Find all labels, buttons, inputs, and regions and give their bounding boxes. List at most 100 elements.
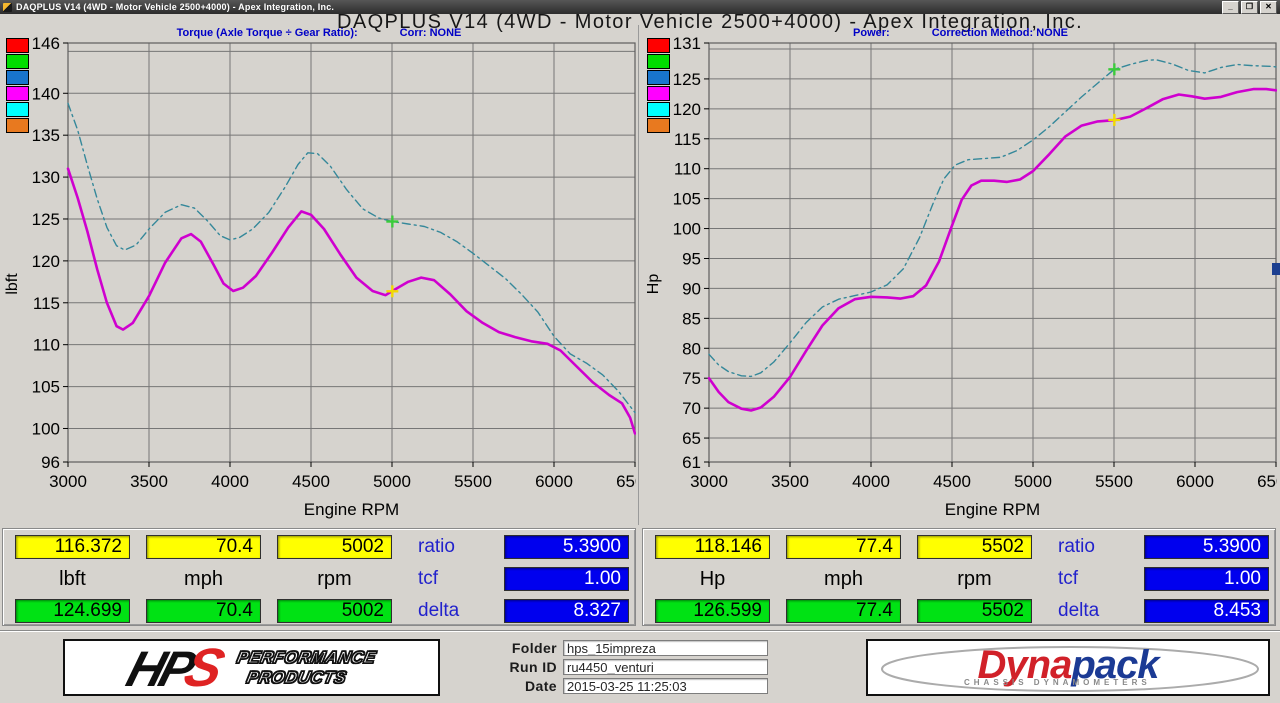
close-button[interactable]: ✕ — [1260, 1, 1277, 14]
rpm-unit-label: rpm — [917, 568, 1032, 591]
svg-text:5000: 5000 — [1014, 472, 1052, 491]
power-cursor2-value: 126.599 — [655, 599, 770, 623]
window-title: DAQPLUS V14 (4WD - Motor Vehicle 2500+40… — [16, 2, 334, 12]
svg-text:75: 75 — [682, 369, 701, 388]
power-readout-panel: 118.146 77.4 5502 ratio 5.3900 Hp mph rp… — [642, 528, 1276, 626]
torque-cursor2-value: 124.699 — [15, 599, 130, 623]
svg-text:110: 110 — [33, 336, 60, 355]
power-delta-label: delta — [1048, 600, 1128, 622]
torque-tcf-label: tcf — [408, 568, 488, 590]
svg-text:100: 100 — [673, 220, 701, 239]
svg-text:4000: 4000 — [211, 472, 249, 491]
svg-text:4500: 4500 — [933, 472, 971, 491]
svg-text:105: 105 — [673, 190, 701, 209]
rpm-unit-label: rpm — [277, 568, 392, 591]
power-ratio-value: 5.3900 — [1144, 535, 1269, 559]
svg-text:6000: 6000 — [535, 472, 573, 491]
torque-chart-plot[interactable]: 9610010511011512012513013514014630003500… — [24, 35, 636, 523]
power-cursor2-rpm: 5502 — [917, 599, 1032, 623]
torque-cursor2-rpm: 5002 — [277, 599, 392, 623]
power-chart-panel: Power:Correction Method: NONE Hp 6165707… — [641, 25, 1280, 525]
svg-text:61: 61 — [682, 453, 701, 472]
window-controls: _ ❐ ✕ — [1222, 1, 1280, 14]
power-cursor1-value: 118.146 — [655, 535, 770, 559]
svg-text:6500: 6500 — [1257, 472, 1277, 491]
hps-wordmark: HPS — [122, 641, 231, 695]
svg-text:6500: 6500 — [616, 472, 636, 491]
svg-text:65: 65 — [682, 429, 701, 448]
footer: HPS PERFORMANCE PRODUCTS Folder Run ID D… — [0, 630, 1280, 703]
torque-cursor2-mph: 70.4 — [146, 599, 261, 623]
hps-tagline-line2: PRODUCTS — [245, 668, 374, 688]
svg-text:105: 105 — [32, 378, 60, 397]
app-icon — [3, 3, 12, 12]
svg-text:100: 100 — [32, 419, 60, 438]
dynapack-subtitle: CHASSIS DYNAMOMETERS — [964, 678, 1151, 687]
torque-delta-value: 8.327 — [504, 599, 629, 623]
torque-unit-label: lbft — [15, 568, 130, 591]
svg-text:125: 125 — [32, 210, 60, 229]
svg-text:115: 115 — [33, 294, 60, 313]
folder-label: Folder — [495, 640, 557, 656]
svg-text:5500: 5500 — [1095, 472, 1133, 491]
power-delta-value: 8.453 — [1144, 599, 1269, 623]
svg-text:135: 135 — [32, 126, 60, 145]
power-y-axis-title: Hp — [645, 262, 663, 306]
torque-delta-label: delta — [408, 600, 488, 622]
torque-ratio-value: 5.3900 — [504, 535, 629, 559]
power-unit-label: Hp — [655, 568, 770, 591]
hps-tagline-line1: PERFORMANCE — [235, 648, 378, 668]
power-cursor1-mph: 77.4 — [786, 535, 901, 559]
svg-text:3000: 3000 — [49, 472, 87, 491]
svg-text:115: 115 — [674, 130, 701, 149]
svg-text:96: 96 — [41, 453, 60, 472]
svg-text:90: 90 — [682, 279, 701, 298]
torque-ratio-label: ratio — [408, 536, 488, 558]
svg-text:85: 85 — [682, 309, 701, 328]
folder-input[interactable] — [563, 640, 768, 656]
speed-unit-label: mph — [146, 568, 261, 591]
power-tcf-label: tcf — [1048, 568, 1128, 590]
power-ratio-label: ratio — [1048, 536, 1128, 558]
power-cursor2-mph: 77.4 — [786, 599, 901, 623]
torque-cursor1-value: 116.372 — [15, 535, 130, 559]
svg-text:131: 131 — [673, 35, 701, 53]
svg-text:130: 130 — [32, 168, 60, 187]
svg-text:3000: 3000 — [690, 472, 728, 491]
torque-cursor1-mph: 70.4 — [146, 535, 261, 559]
svg-text:5000: 5000 — [373, 472, 411, 491]
window-edge-artifact — [1272, 263, 1280, 275]
speed-unit-label: mph — [786, 568, 901, 591]
torque-y-axis-title: lbft — [4, 262, 22, 306]
dynapack-logo: Dynapack CHASSIS DYNAMOMETERS — [866, 639, 1270, 696]
svg-text:110: 110 — [674, 160, 701, 179]
date-label: Date — [495, 678, 557, 694]
svg-text:3500: 3500 — [771, 472, 809, 491]
date-input[interactable] — [563, 678, 768, 694]
hps-tagline: PERFORMANCE PRODUCTS — [231, 648, 378, 687]
app-window: { "window": { "title": "DAQPLUS V14 (4WD… — [0, 0, 1280, 702]
svg-text:125: 125 — [673, 70, 701, 89]
svg-text:120: 120 — [673, 100, 701, 119]
svg-text:Engine RPM: Engine RPM — [945, 500, 1040, 519]
svg-text:80: 80 — [682, 339, 701, 358]
torque-chart-panel: Torque (Axle Torque ÷ Gear Ratio):Corr: … — [0, 25, 639, 525]
svg-text:146: 146 — [32, 35, 60, 53]
torque-readout-panel: 116.372 70.4 5002 ratio 5.3900 lbft mph … — [2, 528, 636, 626]
svg-text:4000: 4000 — [852, 472, 890, 491]
torque-cursor1-rpm: 5002 — [277, 535, 392, 559]
hps-logo: HPS PERFORMANCE PRODUCTS — [63, 639, 440, 696]
svg-text:6000: 6000 — [1176, 472, 1214, 491]
svg-text:140: 140 — [32, 84, 60, 103]
minimize-button[interactable]: _ — [1222, 1, 1239, 14]
restore-button[interactable]: ❐ — [1241, 1, 1258, 14]
power-cursor1-rpm: 5502 — [917, 535, 1032, 559]
run-id-input[interactable] — [563, 659, 768, 675]
power-tcf-value: 1.00 — [1144, 567, 1269, 591]
torque-tcf-value: 1.00 — [504, 567, 629, 591]
svg-text:5500: 5500 — [454, 472, 492, 491]
run-info-fields: Folder Run ID Date — [495, 640, 768, 694]
power-chart-plot[interactable]: 61 65 70 75 80 85 90 95 100 105 110 115 120 125 131 300… — [665, 35, 1277, 523]
svg-text:70: 70 — [682, 399, 701, 418]
svg-text:95: 95 — [682, 249, 701, 268]
